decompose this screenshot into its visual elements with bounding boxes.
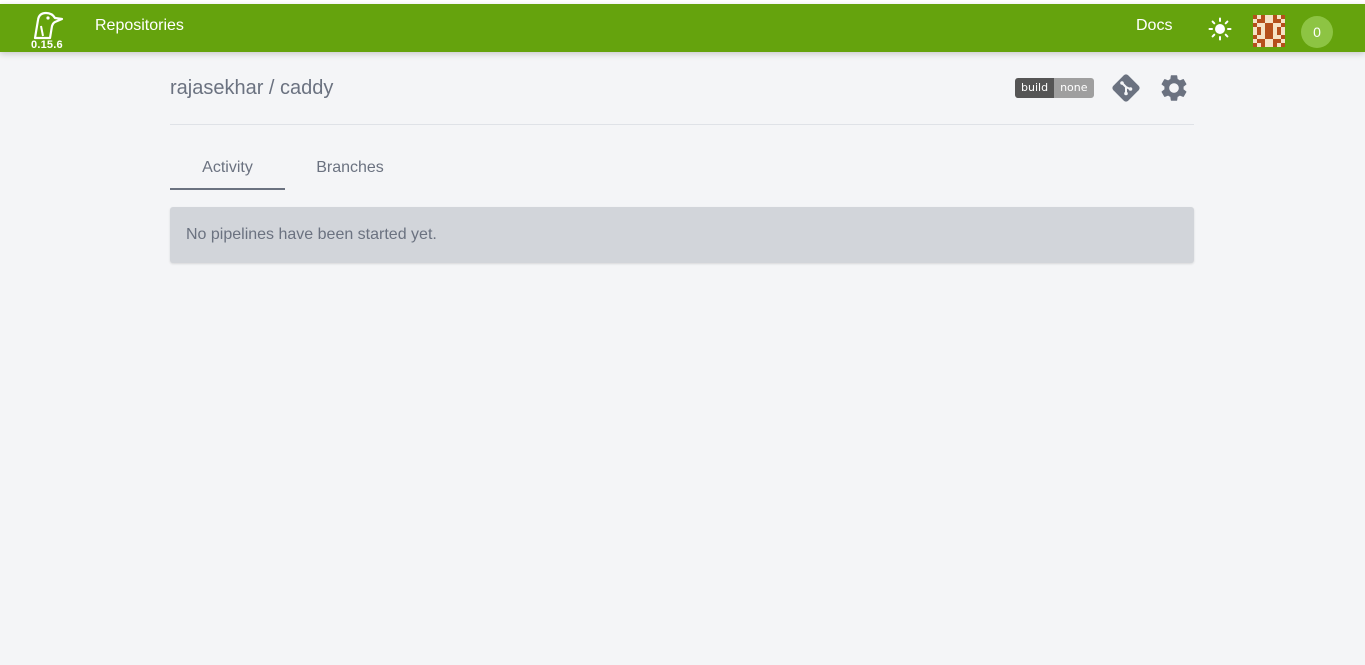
home-logo-link[interactable]: 0.15.6 <box>26 8 70 52</box>
user-avatar[interactable] <box>1253 15 1285 47</box>
gear-icon <box>1161 75 1187 101</box>
repo-header: rajasekhar / caddy build none <box>170 64 1194 125</box>
theme-toggle-button[interactable] <box>1208 17 1232 41</box>
nav-repositories-link[interactable]: Repositories <box>95 17 184 35</box>
build-badge-status: none <box>1054 78 1094 98</box>
pipeline-count-badge[interactable]: 0 <box>1301 16 1333 48</box>
nav-docs-link[interactable]: Docs <box>1136 17 1172 35</box>
git-icon <box>1112 74 1140 102</box>
identicon-avatar-image <box>1253 15 1285 47</box>
version-label: 0.15.6 <box>31 39 63 51</box>
repo-forge-link[interactable] <box>1110 72 1142 104</box>
woodpecker-logo-icon <box>33 11 64 40</box>
build-badge-label: build <box>1015 78 1055 98</box>
top-navbar: 0.15.6 Repositories Docs 0 <box>0 4 1365 52</box>
repo-title: rajasekhar / caddy <box>170 77 334 99</box>
empty-pipelines-message: No pipelines have been started yet. <box>186 226 437 243</box>
tab-activity[interactable]: Activity <box>170 148 285 190</box>
repo-tabs: Activity Branches <box>170 148 1194 190</box>
build-status-badge[interactable]: build none <box>1015 78 1094 98</box>
tab-branches[interactable]: Branches <box>300 148 400 190</box>
repo-settings-button[interactable] <box>1158 72 1190 104</box>
sun-icon <box>1208 17 1232 41</box>
empty-pipelines-notice: No pipelines have been started yet. <box>170 207 1194 263</box>
